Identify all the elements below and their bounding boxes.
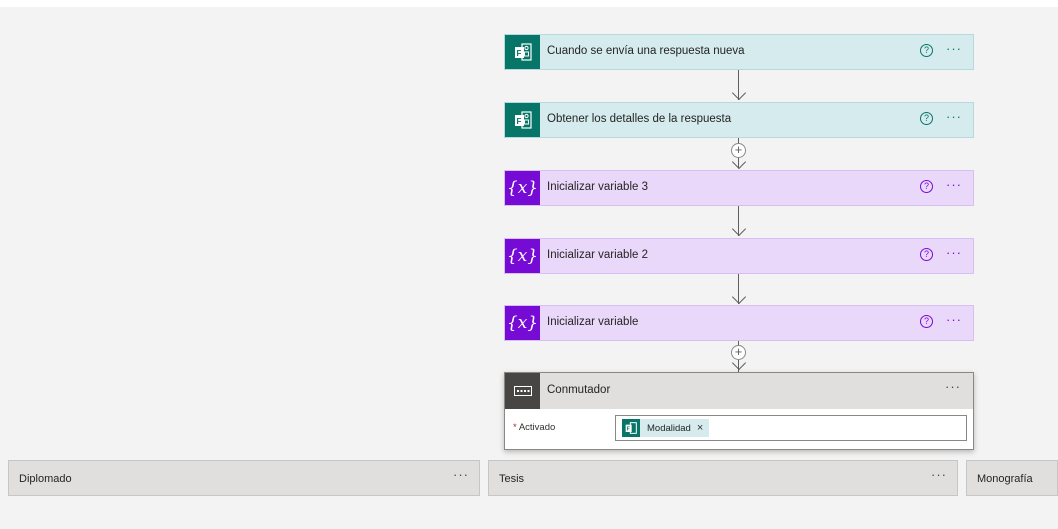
dynamic-content-token[interactable]: F Modalidad × bbox=[622, 419, 710, 437]
step-card-init-variable-2[interactable]: {x} Inicializar variable 2 ? ··· bbox=[504, 238, 974, 274]
arrow-down-icon bbox=[731, 289, 747, 305]
more-options-button[interactable]: ··· bbox=[945, 379, 961, 394]
more-options-button[interactable]: ··· bbox=[946, 41, 962, 56]
step-card-get-response-details[interactable]: F Obtener los detalles de la respuesta ?… bbox=[504, 102, 974, 138]
remove-token-icon[interactable]: × bbox=[697, 422, 703, 434]
svg-text:F: F bbox=[516, 49, 521, 58]
case-tesis[interactable]: Tesis ··· bbox=[488, 460, 958, 496]
case-title: Tesis bbox=[499, 473, 525, 485]
arrow-down-icon bbox=[731, 85, 747, 101]
step-title: Inicializar variable bbox=[547, 316, 639, 328]
switch-header[interactable]: Conmutador ··· bbox=[505, 373, 973, 409]
more-options-button[interactable]: ··· bbox=[946, 312, 962, 327]
more-options-button[interactable]: ··· bbox=[453, 467, 469, 482]
step-card-init-variable[interactable]: {x} Inicializar variable ? ··· bbox=[504, 305, 974, 341]
case-title: Monografía bbox=[977, 473, 1033, 485]
more-options-button[interactable]: ··· bbox=[931, 467, 947, 482]
case-monografia[interactable]: Monografía bbox=[966, 460, 1058, 496]
switch-icon bbox=[505, 373, 540, 409]
step-title: Obtener los detalles de la respuesta bbox=[547, 113, 732, 125]
help-icon[interactable]: ? bbox=[920, 315, 933, 328]
switch-card[interactable]: Conmutador ··· * Activado F Modalidad × bbox=[504, 372, 974, 450]
more-options-button[interactable]: ··· bbox=[946, 177, 962, 192]
microsoft-forms-icon: F bbox=[505, 35, 540, 69]
step-title: Inicializar variable 2 bbox=[547, 249, 648, 261]
step-title: Inicializar variable 3 bbox=[547, 181, 648, 193]
case-title: Diplomado bbox=[19, 473, 72, 485]
more-options-button[interactable]: ··· bbox=[946, 109, 962, 124]
svg-text:F: F bbox=[516, 117, 521, 126]
help-icon[interactable]: ? bbox=[920, 180, 933, 193]
required-mark: * bbox=[513, 422, 517, 433]
step-card-init-variable-3[interactable]: {x} Inicializar variable 3 ? ··· bbox=[504, 170, 974, 206]
more-options-button[interactable]: ··· bbox=[946, 245, 962, 260]
variable-icon: {x} bbox=[505, 306, 540, 340]
step-title: Cuando se envía una respuesta nueva bbox=[547, 45, 745, 57]
help-icon[interactable]: ? bbox=[920, 112, 933, 125]
on-input[interactable]: F Modalidad × bbox=[615, 415, 967, 441]
case-diplomado[interactable]: Diplomado ··· bbox=[8, 460, 480, 496]
step-card-trigger[interactable]: F Cuando se envía una respuesta nueva ? … bbox=[504, 34, 974, 70]
microsoft-forms-icon: F bbox=[505, 103, 540, 137]
help-icon[interactable]: ? bbox=[920, 248, 933, 261]
arrow-down-icon bbox=[731, 221, 747, 237]
on-label-text: Activado bbox=[518, 422, 556, 433]
top-bar bbox=[0, 0, 1058, 7]
on-field-label: * Activado bbox=[513, 422, 555, 433]
variable-icon: {x} bbox=[505, 239, 540, 273]
help-icon[interactable]: ? bbox=[920, 44, 933, 57]
switch-title: Conmutador bbox=[547, 384, 611, 396]
token-label: Modalidad bbox=[647, 422, 691, 434]
variable-icon: {x} bbox=[505, 171, 540, 205]
microsoft-forms-icon: F bbox=[622, 419, 640, 437]
